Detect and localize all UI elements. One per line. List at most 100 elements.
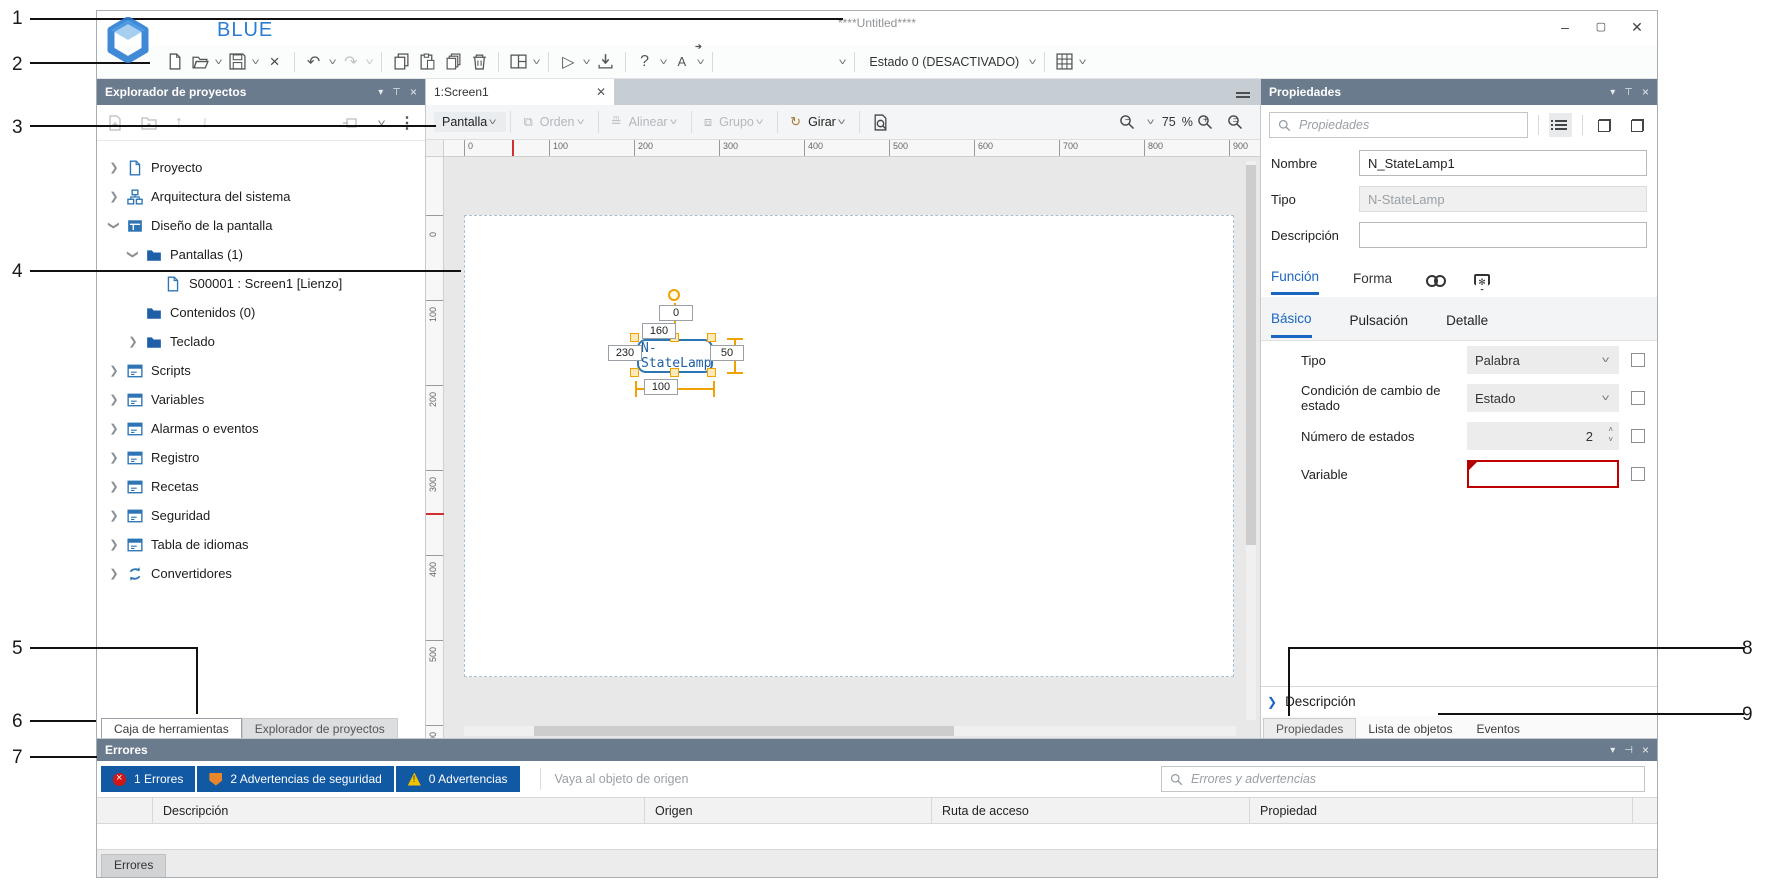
download-button[interactable]: [594, 49, 618, 75]
duplicate-button[interactable]: [441, 49, 465, 75]
tab-list-menu-icon[interactable]: [1236, 90, 1250, 100]
prop-num-estados-checkbox[interactable]: [1631, 429, 1645, 443]
dock-icon[interactable]: [342, 115, 358, 131]
tree-item[interactable]: ❯Scripts: [97, 356, 425, 385]
help-dropdown-chevron-icon[interactable]: ˅: [659, 57, 667, 67]
tree-item[interactable]: ❯Pantallas (1): [97, 240, 425, 269]
redo-dropdown-chevron-icon[interactable]: ˅: [365, 57, 373, 67]
tree-chevron-icon[interactable]: ❯: [107, 190, 121, 203]
tree-chevron-icon[interactable]: ❯: [107, 422, 121, 435]
zoom-level-value[interactable]: 75: [1162, 115, 1176, 129]
tree-chevron-icon[interactable]: ❯: [107, 161, 121, 174]
run-simulation-button[interactable]: ▷: [556, 49, 580, 75]
explorer-close-icon[interactable]: ×: [410, 85, 417, 99]
orden-menu-button[interactable]: ⧉ Orden˅: [515, 111, 593, 133]
save-dropdown-chevron-icon[interactable]: ˅: [252, 57, 260, 67]
resize-handle-nw[interactable]: [630, 333, 639, 342]
prop-variable-checkbox[interactable]: [1631, 467, 1645, 481]
vertical-scrollbar[interactable]: [1246, 161, 1256, 720]
redo-button[interactable]: ↷: [339, 49, 363, 75]
resize-handle-s[interactable]: [670, 368, 679, 377]
description-expander[interactable]: ❯ Descripción: [1261, 686, 1657, 716]
properties-menu-chevron-icon[interactable]: ▾: [1610, 87, 1615, 98]
find-object-button[interactable]: [864, 111, 897, 134]
subtab-basico[interactable]: Básico: [1271, 311, 1312, 338]
prop-condicion-select[interactable]: Estado˅: [1467, 384, 1619, 412]
save-button[interactable]: [225, 49, 249, 75]
filter-error-button[interactable]: 1 Errores: [101, 766, 195, 792]
errors-close-icon[interactable]: ×: [1642, 743, 1649, 757]
tree-chevron-icon[interactable]: ❯: [107, 509, 121, 522]
tree-chevron-icon[interactable]: ❯: [126, 335, 140, 348]
split-view-button[interactable]: [506, 49, 530, 75]
add-folder-icon[interactable]: [141, 115, 157, 131]
tab-eventos[interactable]: Eventos: [1464, 719, 1531, 740]
link-tab-icon[interactable]: [1426, 275, 1448, 289]
properties-close-icon[interactable]: ×: [1642, 85, 1649, 99]
tab-caja-de-herramientas[interactable]: Caja de herramientas: [101, 718, 242, 740]
properties-search-input[interactable]: Propiedades: [1269, 112, 1528, 138]
tree-item[interactable]: ❯Arquitectura del sistema: [97, 182, 425, 211]
filter-security-warning-button[interactable]: 2 Advertencias de seguridad: [197, 766, 393, 792]
screen-canvas[interactable]: [464, 215, 1234, 677]
tree-item[interactable]: Contenidos (0): [97, 298, 425, 327]
tree-item[interactable]: ❯Proyecto: [97, 153, 425, 182]
pantalla-menu-button[interactable]: Pantalla˅: [434, 112, 506, 132]
tab-screen1[interactable]: 1:Screen1 ✕: [426, 79, 614, 105]
tab-propiedades[interactable]: Propiedades: [1263, 718, 1356, 740]
grid-settings-button[interactable]: [1052, 49, 1076, 75]
column-header-icon[interactable]: [97, 798, 153, 823]
move-down-icon[interactable]: ↓: [201, 114, 209, 132]
language-combo[interactable]: [723, 51, 833, 73]
tree-chevron-icon[interactable]: ❯: [107, 451, 121, 464]
prop-variable-input[interactable]: [1467, 460, 1619, 488]
errors-menu-chevron-icon[interactable]: ▾: [1610, 745, 1615, 756]
horizontal-scrollbar-thumb[interactable]: [534, 726, 954, 736]
translate-dropdown-chevron-icon[interactable]: ˅: [696, 57, 704, 67]
copy-button[interactable]: [389, 49, 413, 75]
state-selector-chevron-icon[interactable]: ˅: [1029, 57, 1037, 67]
move-up-icon[interactable]: ↑: [175, 114, 183, 132]
filter-warning-button[interactable]: 0 Advertencias: [396, 766, 520, 792]
delete-button[interactable]: [467, 49, 491, 75]
tree-item[interactable]: ❯Tabla de idiomas: [97, 530, 425, 559]
help-button[interactable]: ?: [633, 49, 657, 75]
nombre-input[interactable]: N_StateLamp1: [1359, 150, 1647, 176]
undo-dropdown-chevron-icon[interactable]: ˅: [328, 57, 336, 67]
resize-handle-ne[interactable]: [707, 333, 716, 342]
tab-errores[interactable]: Errores: [101, 854, 166, 877]
close-button[interactable]: ✕: [1623, 15, 1651, 39]
tree-chevron-icon[interactable]: ❯: [107, 567, 121, 580]
prop-tipo-select[interactable]: Palabra˅: [1467, 346, 1619, 374]
paste-button[interactable]: [415, 49, 439, 75]
property-list-view-button[interactable]: [1549, 113, 1572, 137]
column-header[interactable]: Descripción: [153, 798, 645, 823]
shield-tab-icon[interactable]: ✻: [1474, 274, 1490, 291]
tab-explorador-de-proyectos[interactable]: Explorador de proyectos: [242, 718, 398, 740]
run-dropdown-chevron-icon[interactable]: ˅: [583, 57, 591, 67]
girar-menu-button[interactable]: ↻ Girar˅: [782, 111, 855, 133]
horizontal-scrollbar[interactable]: [464, 726, 1236, 736]
subtab-pulsacion[interactable]: Pulsación: [1350, 313, 1409, 337]
resize-handle-se[interactable]: [707, 368, 716, 377]
tree-chevron-icon[interactable]: ❯: [107, 538, 121, 551]
tab-funcion[interactable]: Función: [1271, 269, 1319, 295]
column-header[interactable]: Ruta de acceso: [932, 798, 1250, 823]
tree-item[interactable]: ❯Teclado: [97, 327, 425, 356]
split-dropdown-chevron-icon[interactable]: ˅: [532, 57, 540, 67]
subtab-detalle[interactable]: Detalle: [1446, 313, 1488, 337]
explorer-pin-icon[interactable]: ⊤: [392, 87, 401, 98]
open-dropdown-chevron-icon[interactable]: ˅: [214, 57, 222, 67]
tree-item[interactable]: S00001 : Screen1 [Lienzo]: [97, 269, 425, 298]
design-viewport[interactable]: N-StateLamp 0 160 230 50 100: [444, 157, 1260, 740]
minimize-button[interactable]: –: [1551, 15, 1579, 39]
properties-pin-icon[interactable]: ⊤: [1624, 87, 1633, 98]
state-selector[interactable]: Estado 0 (DESACTIVADO): [861, 55, 1027, 69]
zoom-level-chevron-icon[interactable]: ˅: [1146, 117, 1154, 127]
screen-tab-close-icon[interactable]: ✕: [596, 85, 606, 99]
stepper-arrows-icon[interactable]: ˄˅: [1608, 425, 1613, 445]
prop-num-estados-stepper[interactable]: 2 ˄˅: [1467, 422, 1619, 450]
prop-tipo-checkbox[interactable]: [1631, 353, 1645, 367]
tab-lista-de-objetos[interactable]: Lista de objetos: [1356, 719, 1464, 740]
rotation-handle[interactable]: [668, 289, 680, 301]
